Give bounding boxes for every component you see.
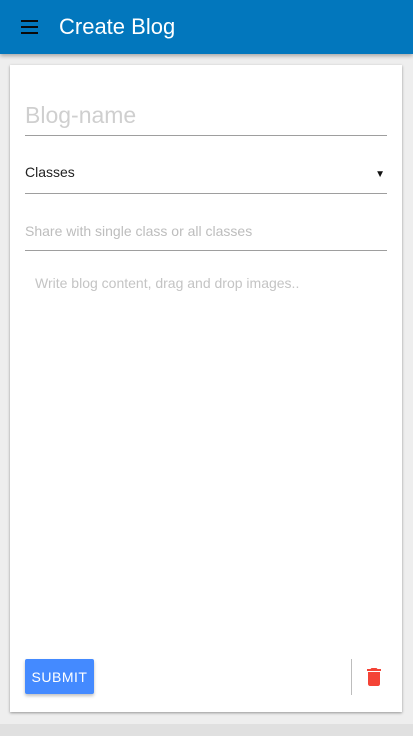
blog-content-editor[interactable] (25, 265, 387, 635)
blog-form-card: Classes ▼ SUBMIT (10, 65, 402, 712)
page-title: Create Blog (59, 14, 176, 39)
bottom-strip (0, 724, 413, 736)
trash-icon[interactable] (362, 665, 386, 689)
share-with-classes-input[interactable] (25, 211, 387, 251)
action-divider (351, 659, 352, 695)
dropdown-caret-icon: ▼ (375, 169, 385, 180)
submit-button[interactable]: SUBMIT (25, 659, 94, 694)
blog-name-input[interactable] (25, 95, 387, 136)
classes-select-label: Classes (25, 164, 75, 180)
hamburger-menu-icon[interactable] (19, 17, 41, 37)
classes-select[interactable]: Classes ▼ (25, 155, 387, 194)
app-bar: Create Blog (0, 0, 413, 54)
